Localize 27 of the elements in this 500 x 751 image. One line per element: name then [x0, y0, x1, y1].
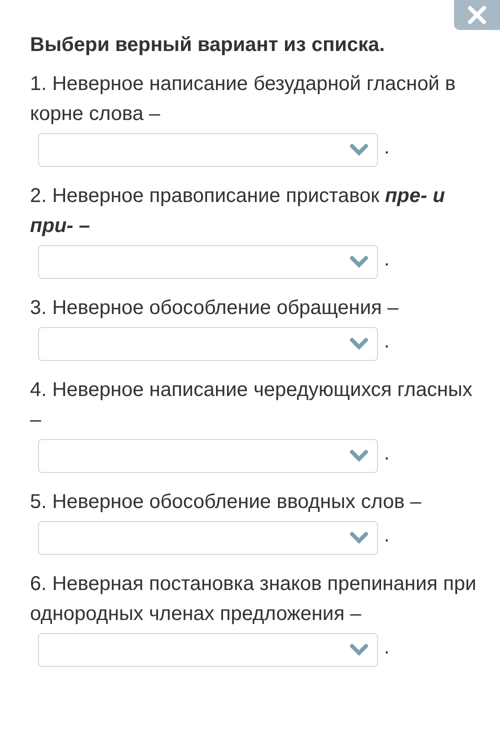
- period-text: .: [384, 248, 390, 270]
- period-text: .: [384, 442, 390, 464]
- period-text: .: [384, 330, 390, 352]
- question-text: 2. Неверное правописание приставок пре- и при- –: [30, 184, 446, 239]
- instruction-title: Выбери верный вариант из списка.: [30, 34, 386, 57]
- chevron-down-icon: [349, 143, 369, 157]
- answer-dropdown[interactable]: [38, 245, 378, 279]
- question-text: 1. Неверное написание безударной гласной в корне слова –: [30, 72, 457, 127]
- period-text: .: [384, 636, 390, 658]
- answer-dropdown[interactable]: [38, 133, 378, 167]
- answer-dropdown[interactable]: [38, 521, 378, 555]
- period-text: .: [384, 136, 390, 158]
- answer-dropdown[interactable]: [38, 439, 378, 473]
- chevron-down-icon: [349, 255, 369, 269]
- answer-dropdown[interactable]: [38, 633, 378, 667]
- question-text: 4. Неверное написание чередующихся гласных –: [30, 378, 474, 433]
- period-text: .: [384, 524, 390, 546]
- question-text: 3. Неверное обособление обращения –: [30, 296, 400, 321]
- answer-dropdown[interactable]: [38, 327, 378, 361]
- close-button[interactable]: [454, 0, 500, 30]
- chevron-down-icon: [349, 449, 369, 463]
- question-text: 6. Неверная постановка знаков препинания при однородных членах предложения –: [30, 572, 478, 627]
- question-text: 5. Неверное обособление вводных слов –: [30, 490, 422, 515]
- chevron-down-icon: [349, 643, 369, 657]
- chevron-down-icon: [349, 531, 369, 545]
- close-icon: [466, 4, 488, 26]
- chevron-down-icon: [349, 337, 369, 351]
